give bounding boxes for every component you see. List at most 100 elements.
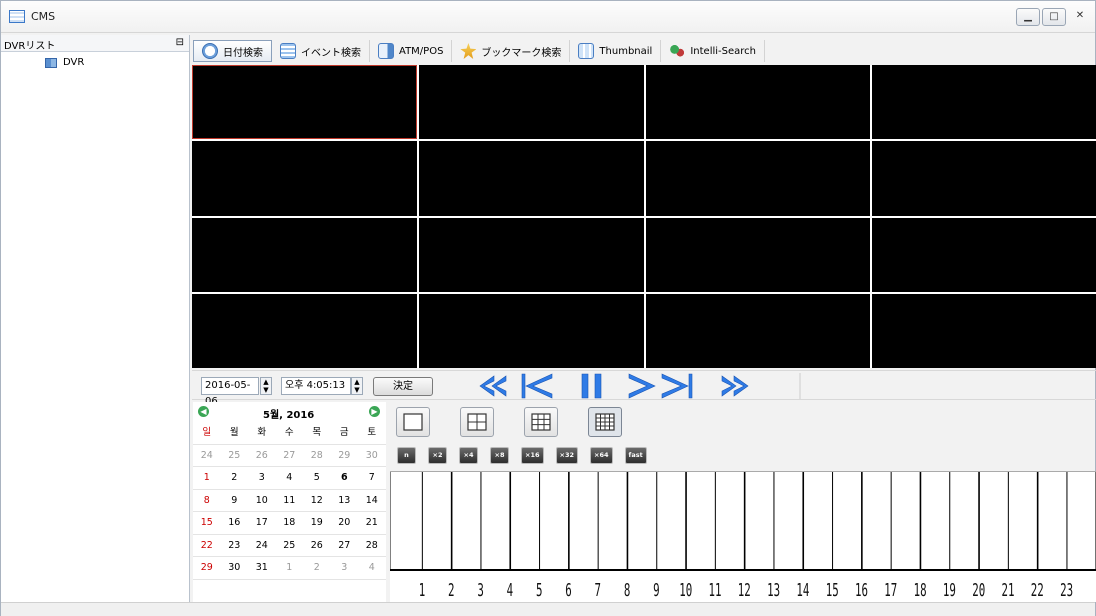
pause-button[interactable] [581, 373, 602, 399]
video-cell[interactable] [645, 65, 871, 140]
calendar-day[interactable]: 27 [330, 535, 358, 557]
calendar-day[interactable]: 3 [248, 467, 276, 490]
video-cell[interactable] [418, 141, 644, 216]
minimize-button[interactable]: ▁ [1016, 8, 1040, 26]
next-month-icon[interactable]: ▶ [369, 406, 380, 417]
maximize-button[interactable]: □ [1042, 8, 1066, 26]
calendar-day[interactable]: 25 [275, 535, 303, 557]
tab-event-search[interactable]: イベント検索 [272, 40, 370, 62]
calendar-day[interactable]: 10 [248, 490, 276, 512]
calendar-day[interactable]: 17 [248, 512, 276, 535]
video-cell[interactable] [418, 293, 644, 368]
calendar-day[interactable]: 28 [358, 535, 386, 557]
calendar-day[interactable]: 11 [275, 490, 303, 512]
calendar-day[interactable]: 12 [303, 490, 331, 512]
calendar-day[interactable]: 18 [275, 512, 303, 535]
calendar-day[interactable]: 2 [220, 467, 248, 490]
layout-1x1-button[interactable] [396, 407, 430, 437]
step-back-button[interactable] [521, 373, 553, 399]
time-spinner[interactable]: ▲ ▼ [351, 377, 363, 395]
fast-forward-button[interactable] [721, 375, 749, 397]
calendar-day[interactable]: 13 [330, 490, 358, 512]
pin-icon[interactable]: ⊟ [176, 37, 184, 48]
video-cell[interactable] [418, 217, 644, 292]
video-cell[interactable] [192, 217, 417, 292]
calendar-day[interactable]: 31 [248, 557, 276, 580]
calendar-day[interactable]: 30 [358, 445, 386, 467]
tab-intelli-search[interactable]: Intelli-Search [661, 40, 765, 62]
calendar-day[interactable]: 4 [275, 467, 303, 490]
layout-4x4-button[interactable] [588, 407, 622, 437]
rewind-button[interactable] [479, 375, 507, 397]
calendar-day[interactable]: 5 [303, 467, 331, 490]
calendar-day[interactable]: 15 [193, 512, 221, 535]
layout-2x2-button[interactable] [460, 407, 494, 437]
speed-button[interactable]: ×4 [459, 447, 478, 464]
calendar-day[interactable]: 26 [303, 535, 331, 557]
calendar-day[interactable]: 16 [220, 512, 248, 535]
time-field[interactable]: 오후 4:05:13 [281, 377, 351, 395]
calendar-day[interactable]: 23 [220, 535, 248, 557]
video-cell[interactable] [192, 65, 417, 140]
playback-controls [479, 373, 801, 399]
calendar-day[interactable]: 30 [220, 557, 248, 580]
tab-bookmark-search[interactable]: ブックマーク検索 [452, 40, 571, 62]
calendar-day[interactable]: 9 [220, 490, 248, 512]
calendar-day[interactable]: 6 [330, 467, 358, 490]
video-cell[interactable] [872, 217, 1096, 292]
speed-button[interactable]: ×64 [590, 447, 613, 464]
calendar-day[interactable]: 8 [193, 490, 221, 512]
video-cell[interactable] [192, 141, 417, 216]
video-cell[interactable] [418, 65, 644, 140]
calendar-day[interactable]: 26 [248, 445, 276, 467]
video-cell[interactable] [872, 65, 1096, 140]
calendar-day[interactable]: 24 [248, 535, 276, 557]
date-spinner[interactable]: ▲ ▼ [260, 377, 272, 395]
timeline[interactable]: 1 2 3 4 5 6 7 8 9 10 11 12 13 14 15 16 17 18 19 20 21 22 23 [390, 471, 1096, 602]
speed-button[interactable]: n [397, 447, 416, 464]
calendar-day[interactable]: 1 [193, 467, 221, 490]
calendar-day[interactable]: 29 [193, 557, 221, 580]
people-search-icon [669, 43, 686, 59]
calendar-day[interactable]: 29 [330, 445, 358, 467]
close-button[interactable]: ✕ [1068, 8, 1092, 26]
speed-button[interactable]: fast [624, 447, 647, 464]
calendar-day[interactable]: 21 [358, 512, 386, 535]
video-cell[interactable] [645, 217, 871, 292]
video-cell[interactable] [872, 293, 1096, 368]
calendar-day[interactable]: 3 [330, 557, 358, 580]
calendar-day[interactable]: 20 [330, 512, 358, 535]
speed-button[interactable]: ×2 [428, 447, 447, 464]
video-cell[interactable] [872, 141, 1096, 216]
tab-atm-pos[interactable]: ATM/POS [370, 40, 453, 62]
calendar-day[interactable]: 22 [193, 535, 221, 557]
confirm-button[interactable]: 決定 [373, 377, 433, 396]
tree-item-dvr[interactable]: DVR [45, 57, 84, 68]
calendar-day[interactable]: 1 [275, 557, 303, 580]
calendar-day[interactable]: 28 [303, 445, 331, 467]
layout-3x3-button[interactable] [524, 407, 558, 437]
calendar-day[interactable]: 7 [358, 467, 386, 490]
video-cell[interactable] [645, 293, 871, 368]
play-button[interactable] [628, 373, 656, 399]
video-grid [192, 65, 1096, 368]
date-field[interactable]: 2016-05-06 [201, 377, 259, 407]
calendar-day[interactable]: 24 [193, 445, 221, 467]
video-cell[interactable] [645, 141, 871, 216]
speed-button[interactable]: ×16 [521, 447, 544, 464]
calendar-day[interactable]: 2 [303, 557, 331, 580]
grid-4x4-icon [595, 413, 615, 431]
calendar: ◀ 5월, 2016 ▶ 일 월 화 수 목 금 토 24 25 26 27 28 29 30 1 2 3 4 5 6… [193, 402, 386, 602]
speed-button[interactable]: ×8 [490, 447, 509, 464]
speed-button[interactable]: ×32 [555, 447, 578, 464]
video-cell[interactable] [192, 293, 417, 368]
step-forward-button[interactable] [661, 373, 693, 399]
calendar-day[interactable]: 27 [275, 445, 303, 467]
tab-thumbnail[interactable]: Thumbnail [570, 40, 662, 62]
calendar-day[interactable]: 14 [358, 490, 386, 512]
calendar-day[interactable]: 19 [303, 512, 331, 535]
tab-date-search[interactable]: 日付検索 [193, 40, 272, 62]
calendar-day[interactable]: 25 [220, 445, 248, 467]
calendar-day[interactable]: 4 [358, 557, 386, 580]
prev-month-icon[interactable]: ◀ [198, 406, 209, 417]
